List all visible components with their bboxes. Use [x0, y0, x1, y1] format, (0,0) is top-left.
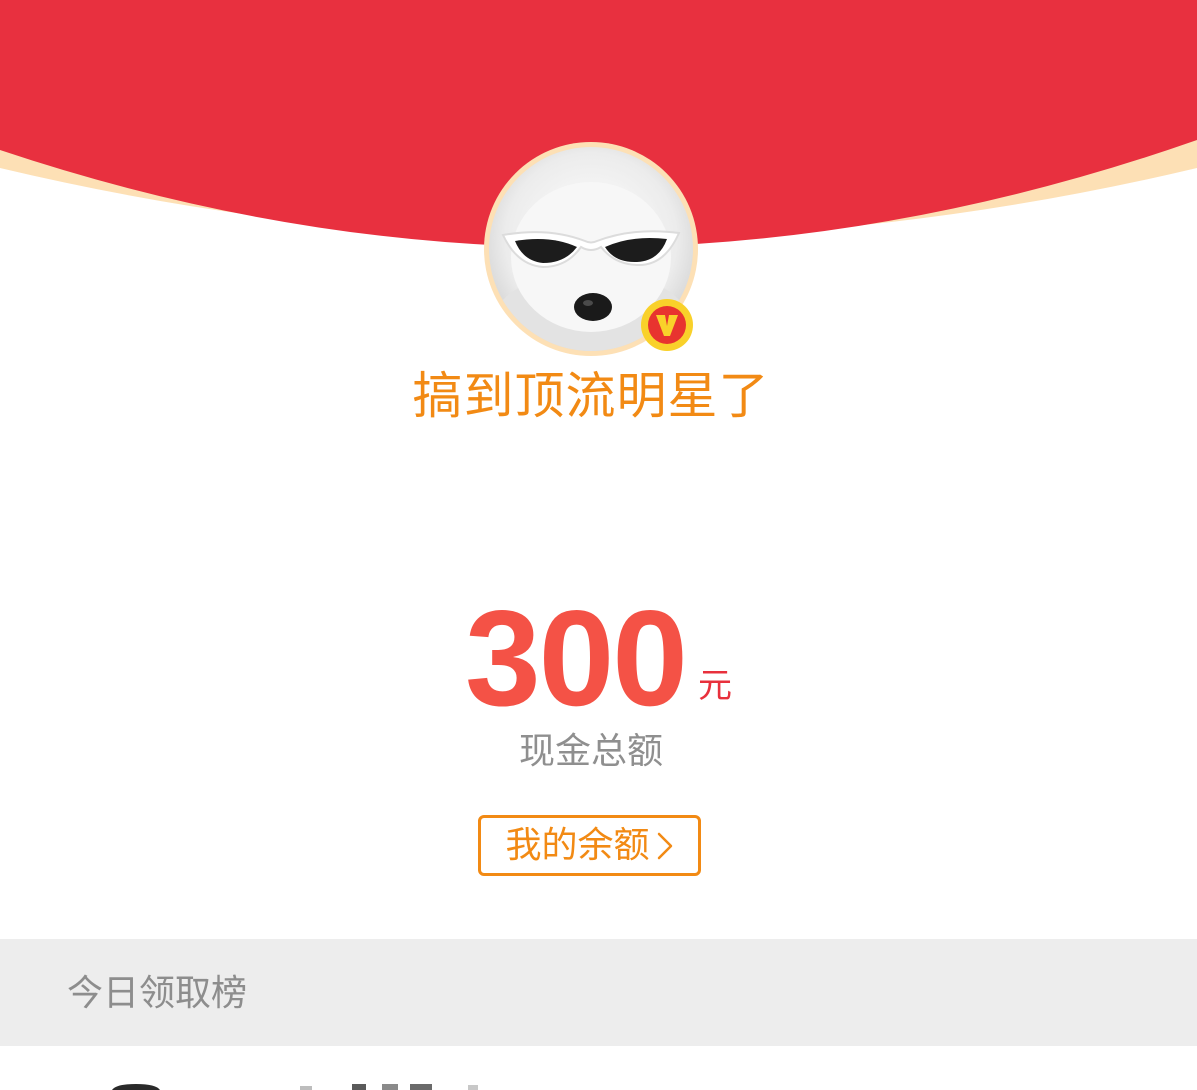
amount-unit: 元: [697, 666, 732, 706]
list-item-partial: [112, 1084, 478, 1090]
chevron-right-icon: [657, 832, 672, 859]
amount-row: 300 元: [0, 582, 1197, 734]
user-name: 搞到顶流明星了: [412, 367, 770, 425]
leaderboard-title: 今日领取榜: [67, 973, 248, 1014]
verified-badge-icon: [641, 299, 693, 351]
red-packet-detail-page: 搞到顶流明星了 300 元 现金总额 我的余额 今日领取榜: [0, 0, 1197, 1090]
my-balance-button[interactable]: 我的余额: [478, 815, 701, 876]
my-balance-label: 我的余额: [505, 824, 650, 866]
amount-label: 现金总额: [518, 731, 663, 772]
leaderboard-list: [0, 1046, 1197, 1090]
amount-value: 300: [465, 582, 688, 734]
